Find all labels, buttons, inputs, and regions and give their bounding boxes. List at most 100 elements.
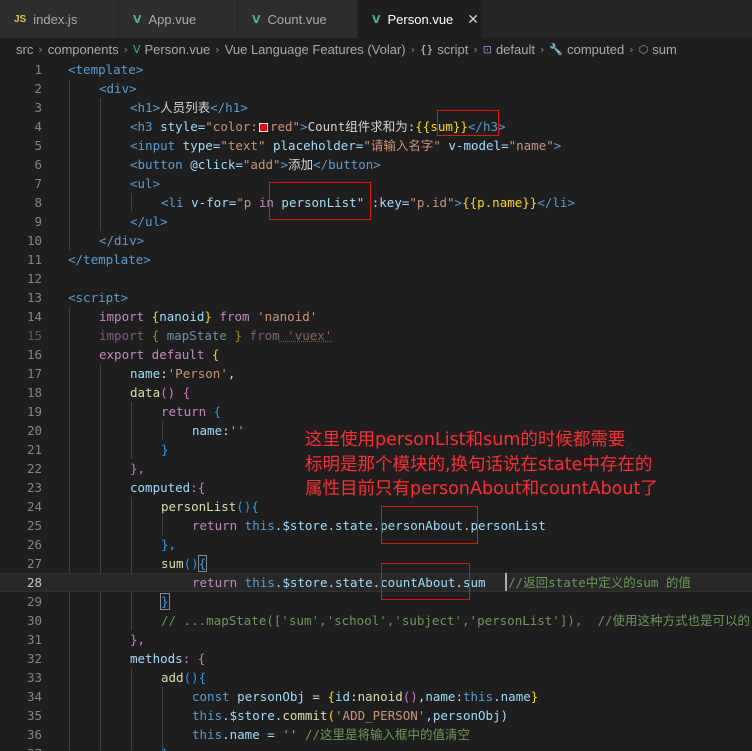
token: { — [204, 347, 220, 362]
token: (){ — [183, 670, 207, 685]
token: default — [144, 347, 205, 362]
code-editor[interactable]: 1 <template> 2 <div> 3 <h1>人员列表</h1> 4 <… — [0, 60, 752, 751]
token: methods — [130, 651, 183, 666]
line-number: 29 — [26, 594, 42, 609]
token: ( — [327, 708, 336, 723]
token: @click= — [182, 157, 243, 172]
token: "text" — [220, 138, 266, 153]
code-line: 3 <h1>人员列表</h1> — [0, 98, 752, 117]
breadcrumb-item-language[interactable]: Vue Language Features (Volar) — [225, 42, 406, 57]
code-text: <input type="text" placeholder="请输入名字" v… — [130, 136, 561, 155]
breadcrumb-item-sum[interactable]: sum — [652, 42, 677, 57]
token: this — [463, 689, 494, 704]
code-line: 9 </ul> — [0, 212, 752, 231]
token: name — [500, 689, 531, 704]
token: add — [161, 670, 184, 685]
vue-file-icon: V — [372, 13, 381, 26]
token: .name = — [222, 727, 283, 742]
chevron-right-icon: › — [38, 42, 43, 56]
line-number: 13 — [26, 290, 42, 305]
code-line: 29 } — [0, 592, 752, 611]
token: import — [99, 309, 145, 324]
annotation-line: 标明是那个模块的,换句话说在state中存在的 — [305, 454, 653, 475]
line-number: 7 — [34, 176, 42, 191]
token: . — [493, 689, 501, 704]
code-text: <template> — [68, 60, 143, 79]
code-line: 6 <button @click="add">添加</button> — [0, 155, 752, 174]
breadcrumb-item-computed[interactable]: computed — [567, 42, 624, 57]
token: } — [530, 689, 539, 704]
token: personList — [161, 499, 237, 514]
line-number: 17 — [26, 366, 42, 381]
token: name — [192, 423, 223, 438]
breadcrumb-item-components[interactable]: components — [48, 42, 119, 57]
token: "p — [236, 195, 259, 210]
token: > — [553, 138, 562, 153]
token: personList — [470, 518, 546, 533]
tab-person-vue[interactable]: V Person.vue ✕ — [358, 0, 482, 38]
token: { — [197, 555, 208, 572]
token: this — [192, 727, 223, 742]
line-number: 22 — [26, 461, 42, 476]
breadcrumb-item-default[interactable]: default — [496, 42, 535, 57]
token: { — [144, 309, 160, 324]
token: 'vuex' — [279, 328, 333, 343]
token: style= — [152, 119, 206, 134]
token: from — [211, 309, 250, 324]
line-number: 31 — [26, 632, 42, 647]
token: (){ — [236, 499, 259, 514]
code-line: 32 methods: { — [0, 649, 752, 668]
chevron-right-icon: › — [123, 42, 128, 56]
code-line: 33 add(){ — [0, 668, 752, 687]
close-icon[interactable]: ✕ — [467, 12, 479, 28]
code-text: return this.$store.state.personAbout.per… — [192, 516, 546, 535]
tab-app-vue[interactable]: V App.vue — [119, 0, 238, 38]
token: red" — [269, 119, 301, 134]
token: }, — [130, 461, 146, 476]
code-text: } — [160, 592, 170, 611]
token: <li — [161, 195, 184, 210]
vue-file-icon: V — [133, 12, 142, 26]
token: mapState — [166, 328, 227, 343]
tab-index-js[interactable]: JS index.js — [0, 0, 119, 38]
token: 人员列表 — [160, 100, 211, 115]
annotation-line: 这里使用personList和sum的时候都需要 — [305, 430, 626, 450]
token: // ...mapState(['sum','school','subject'… — [161, 613, 751, 628]
token: , — [227, 366, 236, 381]
token: <template> — [68, 62, 144, 77]
line-number: 23 — [26, 480, 42, 495]
token: : — [222, 423, 230, 438]
token: () — [402, 689, 418, 704]
code-text: // ...mapState(['sum','school','subject'… — [161, 611, 750, 630]
tab-count-vue[interactable]: V Count.vue — [238, 0, 358, 38]
line-number: 2 — [34, 81, 42, 96]
highlight-box-personlist — [269, 182, 371, 220]
line-number: 25 — [26, 518, 42, 533]
code-line: 31 }, — [0, 630, 752, 649]
code-text: <h1>人员列表</h1> — [130, 98, 248, 117]
code-line: 36 this.name = '' //这里是将输入框中的值清空 — [0, 725, 752, 744]
code-text: computed:{ — [130, 478, 205, 497]
breadcrumb-item-script[interactable]: script — [437, 42, 468, 57]
token: <div> — [99, 81, 137, 96]
code-text: methods: { — [130, 649, 205, 668]
code-text: this.name = '' //这里是将输入框中的值清空 — [192, 725, 470, 744]
code-line: 37 } — [0, 744, 752, 751]
token: name — [425, 689, 456, 704]
javascript-file-icon: JS — [14, 13, 27, 25]
token: name — [130, 366, 161, 381]
breadcrumb-item-file[interactable]: Person.vue — [145, 42, 211, 57]
code-text: name:'Person', — [130, 364, 235, 383]
code-line: 19 return { — [0, 402, 752, 421]
token: ,personObj) — [425, 708, 509, 723]
token: v-model= — [440, 138, 509, 153]
tab-label: App.vue — [148, 11, 197, 27]
line-number: 11 — [26, 252, 42, 267]
token: <h3 — [130, 119, 153, 134]
token: "add" — [242, 157, 281, 172]
breadcrumb-item-src[interactable]: src — [16, 42, 33, 57]
code-text: </div> — [99, 231, 144, 250]
token: "name" — [508, 138, 554, 153]
color-swatch[interactable] — [258, 123, 268, 132]
token: { — [144, 328, 167, 343]
